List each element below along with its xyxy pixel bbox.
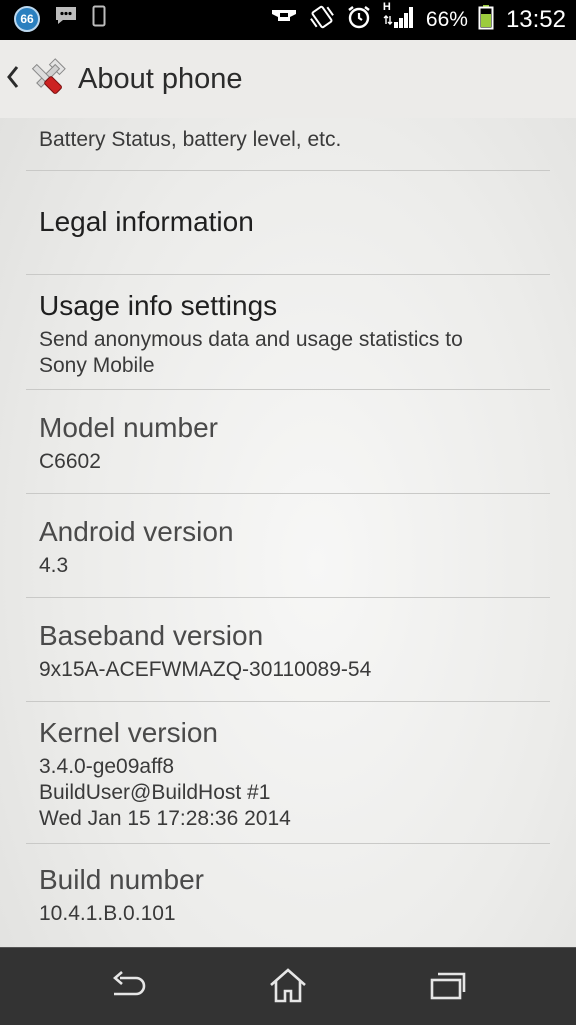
- signal-icon: H: [382, 1, 416, 35]
- baseband-version-item: Baseband version 9x15A-ACEFWMAZQ-3011008…: [0, 598, 576, 701]
- usage-info-summary-line1: Send anonymous data and usage statistics…: [39, 328, 463, 351]
- notification-badge-icon: 66: [14, 5, 40, 32]
- usage-info-summary-line2: Sony Mobile: [39, 354, 155, 377]
- kernel-version-title: Kernel version: [39, 717, 218, 748]
- alarm-icon: [346, 4, 372, 35]
- usage-info-title: Usage info settings: [39, 290, 278, 321]
- handset-icon: [270, 5, 298, 34]
- phone-outline-icon: [92, 5, 106, 32]
- model-number-value: C6602: [39, 450, 101, 473]
- build-number-item[interactable]: Build number 10.4.1.B.0.101: [0, 844, 576, 947]
- baseband-version-title: Baseband version: [39, 620, 264, 651]
- battery-percent: 66%: [425, 7, 468, 31]
- status-left: 66: [14, 5, 106, 32]
- build-number-title: Build number: [39, 864, 204, 895]
- clock: 13:52: [505, 5, 566, 33]
- android-version-title: Android version: [39, 516, 234, 547]
- kernel-version-item: Kernel version 3.4.0-ge09aff8 BuildUser@…: [0, 702, 576, 843]
- battery-status-item[interactable]: Battery Status, battery level, etc.: [0, 118, 576, 170]
- back-icon[interactable]: [108, 968, 148, 1004]
- legal-information-title: Legal information: [39, 206, 254, 237]
- status-right: H 66% 13:52: [270, 1, 566, 35]
- android-version-value: 4.3: [39, 554, 69, 577]
- battery-status-summary: Battery Status, battery level, etc.: [39, 128, 342, 151]
- action-bar: About phone: [0, 40, 576, 118]
- home-icon[interactable]: [268, 968, 308, 1004]
- model-number-item: Model number C6602: [0, 390, 576, 493]
- usage-info-settings-item[interactable]: Usage info settings Send anonymous data …: [0, 275, 576, 389]
- vibrate-icon: [308, 4, 336, 35]
- status-bar: 66 H 66% 13:52: [0, 0, 576, 40]
- kernel-version-line1: 3.4.0-ge09aff8: [39, 755, 175, 778]
- network-type-label: H: [382, 1, 391, 13]
- android-version-item[interactable]: Android version 4.3: [0, 494, 576, 597]
- settings-tools-icon[interactable]: [24, 56, 68, 105]
- up-chevron-icon[interactable]: [6, 64, 20, 95]
- navigation-bar: [0, 947, 576, 1025]
- baseband-version-value: 9x15A-ACEFWMAZQ-30110089-54: [39, 658, 372, 681]
- page-title: About phone: [78, 63, 243, 95]
- kernel-version-line2: BuildUser@BuildHost #1: [39, 781, 271, 804]
- recent-apps-icon[interactable]: [428, 968, 468, 1004]
- kernel-version-line3: Wed Jan 15 17:28:36 2014: [39, 807, 291, 830]
- battery-icon: [478, 4, 494, 35]
- model-number-title: Model number: [39, 412, 218, 443]
- chat-icon: [54, 5, 78, 32]
- legal-information-item[interactable]: Legal information: [0, 171, 576, 274]
- build-number-value: 10.4.1.B.0.101: [39, 902, 176, 925]
